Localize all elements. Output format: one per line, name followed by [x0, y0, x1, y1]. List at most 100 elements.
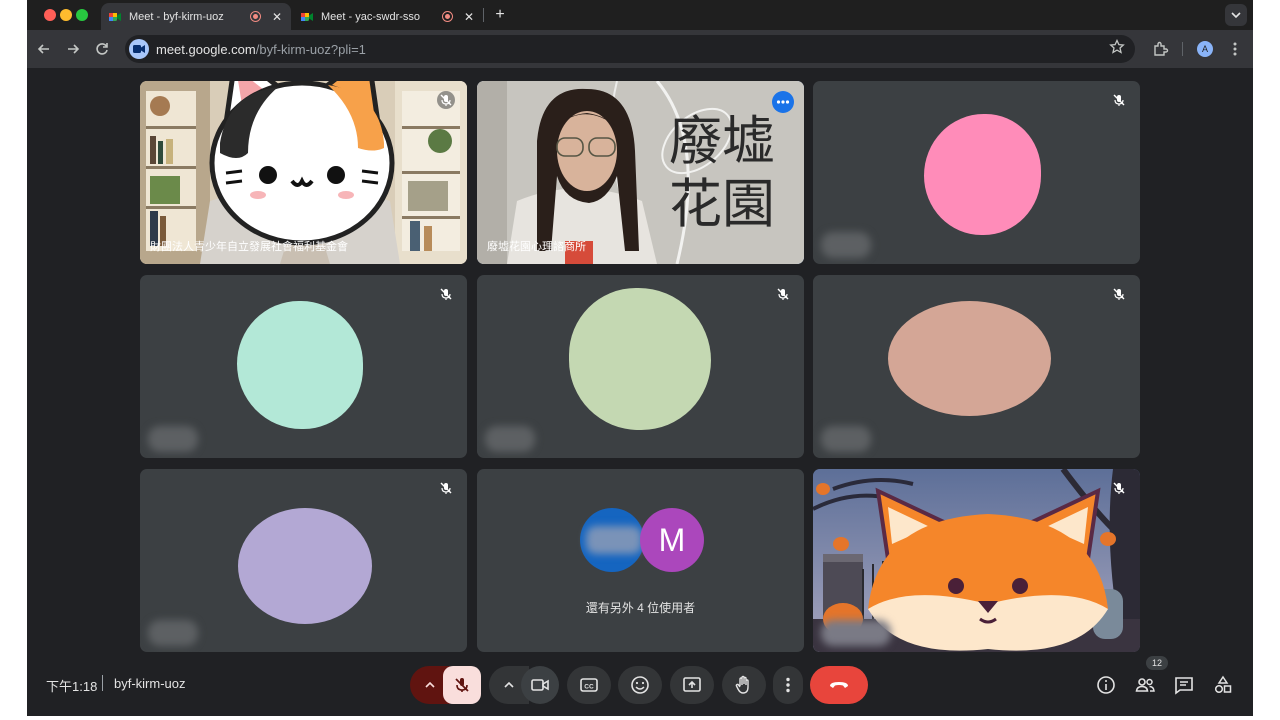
participant-tile[interactable]	[813, 275, 1140, 458]
end-call-icon	[830, 682, 848, 688]
mic-off-icon	[1110, 91, 1128, 109]
microphone-toggle-button[interactable]	[443, 666, 481, 704]
shapes-icon	[1214, 675, 1232, 694]
forward-button[interactable]	[63, 39, 83, 59]
mic-off-icon	[437, 91, 455, 109]
more-options-button[interactable]	[773, 666, 803, 704]
url-text: meet.google.com/byf-kirm-uoz?pli=1	[156, 42, 366, 57]
others-count-label: 還有另外 4 位使用者	[585, 601, 696, 615]
meet-favicon	[109, 11, 121, 23]
close-tab-icon[interactable]: ✕	[271, 10, 283, 24]
meeting-details-button[interactable]	[1095, 674, 1117, 696]
mic-off-icon	[455, 678, 469, 692]
participant-count-badge: 12	[1146, 656, 1168, 670]
tab-strip: Meet - byf-kirm-uoz ✕ Meet - yac-swdr-ss…	[27, 0, 1253, 30]
name-redacted	[821, 620, 891, 646]
tab-meet-yac[interactable]: Meet - yac-swdr-sso ✕	[293, 3, 483, 30]
participant-tile[interactable]	[813, 469, 1140, 652]
bookmark-star-button[interactable]	[1109, 38, 1125, 59]
mic-off-icon	[1110, 479, 1128, 497]
leave-call-button[interactable]	[810, 666, 868, 704]
participant-tile[interactable]	[140, 275, 467, 458]
captions-button[interactable]: CC	[567, 666, 611, 704]
other-participant-avatar	[580, 508, 644, 572]
chat-icon	[1175, 677, 1193, 695]
mic-off-icon	[774, 285, 792, 303]
activities-button[interactable]	[1212, 674, 1234, 696]
background-text-garden: 花園	[669, 174, 775, 235]
emoji-icon	[631, 676, 649, 694]
mic-off-icon	[437, 285, 455, 303]
tab-title: Meet - yac-swdr-sso	[321, 10, 421, 23]
camera-toggle-button[interactable]	[521, 666, 559, 704]
participant-avatar	[569, 288, 711, 430]
participant-avatar	[924, 114, 1041, 235]
close-window-button[interactable]	[44, 9, 56, 21]
meet-favicon	[301, 11, 313, 23]
new-tab-button[interactable]: +	[490, 5, 510, 25]
participant-avatar	[238, 508, 372, 624]
present-screen-button[interactable]	[670, 666, 714, 704]
participant-name: 財團法人青少年自立發展社會福利基金會	[150, 241, 348, 253]
svg-text:CC: CC	[584, 684, 594, 691]
meeting-code: byf-kirm-uoz	[114, 676, 186, 691]
reload-button[interactable]	[92, 39, 112, 59]
close-tab-icon[interactable]: ✕	[463, 10, 475, 24]
url-host: meet.google.com	[156, 41, 256, 57]
site-info-icon[interactable]	[129, 39, 149, 59]
avatar-redacted	[586, 526, 642, 554]
name-redacted	[821, 426, 871, 452]
mic-off-icon	[1110, 285, 1128, 303]
back-button[interactable]	[34, 39, 54, 59]
present-screen-icon	[683, 677, 701, 692]
others-tile[interactable]: M 還有另外 4 位使用者	[477, 469, 804, 652]
participant-tile[interactable]: 財團法人青少年自立發展社會福利基金會	[140, 81, 467, 264]
toolbar-divider	[1182, 42, 1183, 56]
participant-tile[interactable]	[140, 469, 467, 652]
recording-icon	[250, 11, 261, 22]
tab-meet-byf[interactable]: Meet - byf-kirm-uoz ✕	[101, 3, 291, 30]
fullscreen-window-button[interactable]	[76, 9, 88, 21]
meeting-controls: 下午1:18 byf-kirm-uoz CC 12	[27, 656, 1253, 708]
participant-tile[interactable]	[813, 81, 1140, 264]
browser-window: Meet - byf-kirm-uoz ✕ Meet - yac-swdr-ss…	[27, 0, 1253, 716]
browser-menu-button[interactable]	[1225, 39, 1245, 59]
tab-divider	[483, 8, 484, 22]
time-separator	[102, 675, 103, 691]
puzzle-icon	[1154, 41, 1169, 56]
arrow-right-icon	[68, 44, 80, 54]
minimize-window-button[interactable]	[60, 9, 72, 21]
reload-icon	[96, 43, 108, 55]
camera-video	[140, 81, 467, 264]
tab-title: Meet - byf-kirm-uoz	[129, 10, 224, 23]
address-bar[interactable]: meet.google.com/byf-kirm-uoz?pli=1	[125, 35, 1135, 63]
tab-search-button[interactable]	[1225, 4, 1247, 26]
meeting-time: 下午1:18	[46, 679, 98, 694]
reactions-button[interactable]	[618, 666, 662, 704]
chevron-up-icon	[504, 681, 514, 688]
extensions-button[interactable]	[1151, 39, 1171, 59]
participant-tile[interactable]	[477, 275, 804, 458]
kebab-menu-icon	[1233, 42, 1237, 56]
kebab-menu-icon	[786, 677, 790, 693]
name-redacted	[821, 232, 871, 258]
participant-tile-speaking[interactable]: 廢墟 花園 廢墟花園心理諮商所	[477, 81, 804, 264]
participant-avatar	[888, 301, 1051, 416]
chat-button[interactable]	[1173, 674, 1195, 696]
raise-hand-button[interactable]	[722, 666, 766, 704]
people-button[interactable]	[1134, 674, 1156, 696]
more-options-button[interactable]	[772, 91, 794, 113]
browser-toolbar: meet.google.com/byf-kirm-uoz?pli=1 A	[27, 30, 1253, 68]
more-horiz-icon	[776, 100, 790, 104]
chevron-up-icon	[425, 681, 435, 688]
video-camera-icon	[531, 679, 549, 691]
meet-stage: 財團法人青少年自立發展社會福利基金會 廢墟 花園 廢墟花園心理諮商所 M 還有另…	[27, 68, 1253, 716]
people-icon	[1135, 678, 1155, 692]
background-text-ruins: 廢墟	[669, 111, 775, 172]
camera-video	[477, 81, 804, 264]
profile-avatar[interactable]: A	[1197, 41, 1213, 57]
chevron-down-icon	[1231, 12, 1241, 19]
mic-off-icon	[437, 479, 455, 497]
star-icon	[1109, 38, 1125, 54]
name-redacted	[148, 620, 198, 646]
